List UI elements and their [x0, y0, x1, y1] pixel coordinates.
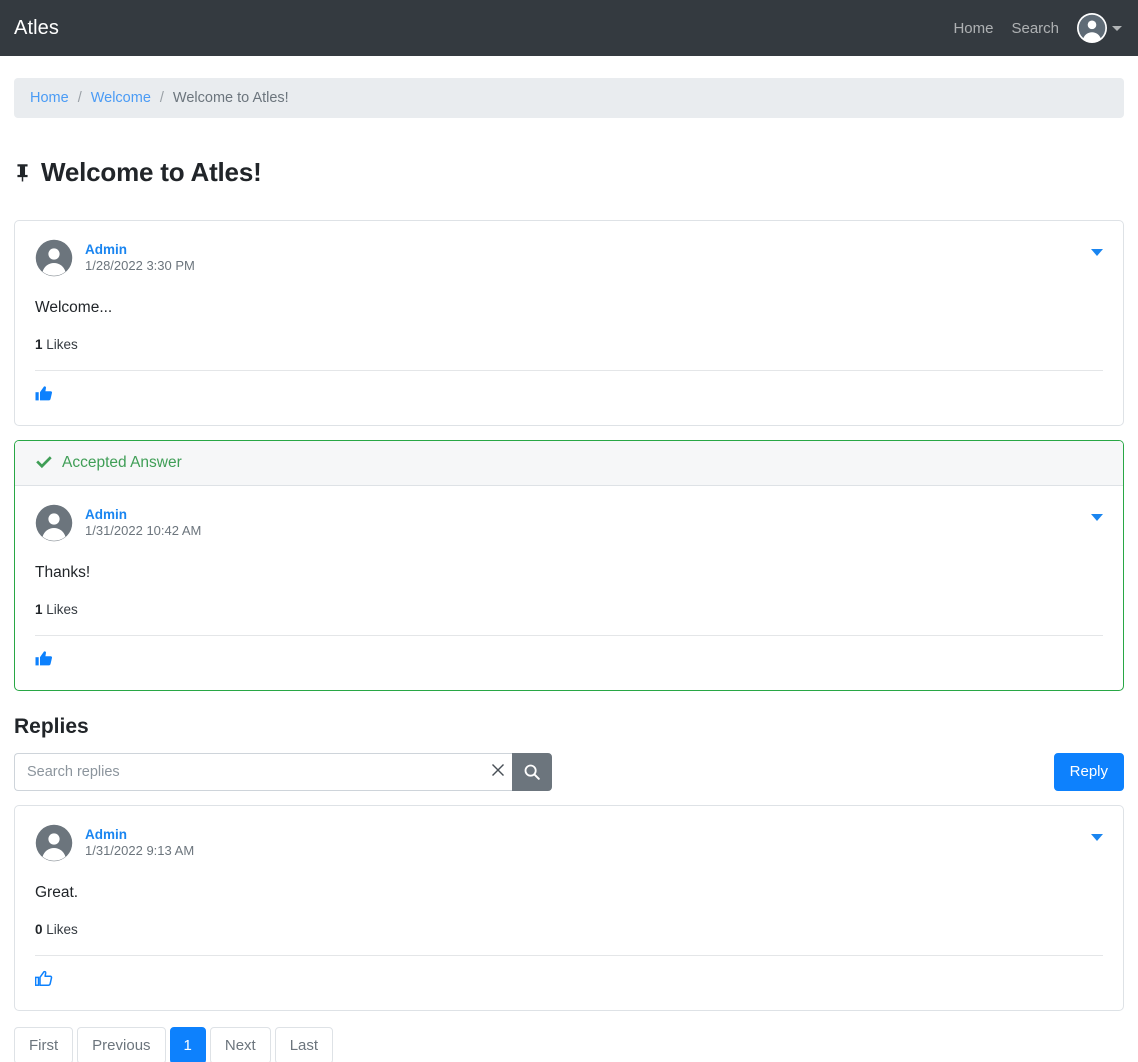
pagination-last[interactable]: Last	[274, 1026, 334, 1062]
pin-icon	[17, 164, 28, 182]
reply-likes-count: 0	[35, 921, 43, 937]
accepted-answer-actions	[35, 636, 1103, 676]
nav-link-home[interactable]: Home	[953, 20, 993, 37]
replies-toolbar: Reply	[14, 752, 1124, 791]
topic-date: 1/28/2022 3:30 PM	[85, 258, 195, 274]
breadcrumb-item-home[interactable]: Home	[30, 90, 69, 106]
replies-heading: Replies	[14, 714, 89, 738]
chevron-down-icon	[1112, 25, 1122, 31]
page-title: Welcome to Atles!	[41, 157, 262, 188]
topic-card: Admin 1/28/2022 3:30 PM Welcome... 1 Lik…	[14, 219, 1124, 426]
topic-meta: Admin 1/28/2022 3:30 PM	[85, 242, 195, 274]
breadcrumb-separator: /	[159, 90, 164, 106]
thumbs-up-filled-icon	[35, 386, 53, 401]
top-navbar: Atles Home Search	[0, 0, 1138, 56]
accepted-answer-body: Admin 1/31/2022 10:42 AM Thanks! 1 Likes	[15, 486, 1123, 690]
check-icon	[36, 456, 52, 469]
reply-content: Great.	[35, 883, 79, 901]
reply-card-body: Admin 1/31/2022 9:13 AM Great. 0 Likes	[15, 806, 1123, 1010]
reply-card: Admin 1/31/2022 9:13 AM Great. 0 Likes	[14, 804, 1124, 1011]
reply-likes-label: Likes	[46, 921, 78, 937]
accepted-answer-post-header: Admin 1/31/2022 10:42 AM	[35, 504, 1103, 542]
accepted-answer-likes-label: Likes	[46, 601, 78, 617]
breadcrumb-item-current: Welcome to Atles!	[172, 90, 289, 106]
topic-likes: 1 Likes	[35, 337, 1103, 352]
nav-link-search[interactable]: Search	[1011, 20, 1059, 37]
reply-date: 1/31/2022 9:13 AM	[85, 843, 195, 859]
breadcrumb-separator: /	[77, 90, 82, 106]
reply-actions	[35, 956, 1103, 996]
user-avatar-icon	[1077, 13, 1107, 43]
page-title-row: Welcome to Atles!	[14, 140, 1124, 206]
navbar-right-group: Home Search	[953, 13, 1122, 43]
topic-card-body: Admin 1/28/2022 3:30 PM Welcome... 1 Lik…	[15, 221, 1123, 425]
accepted-answer-likes: 1 Likes	[35, 602, 1103, 617]
accepted-answer-like-button[interactable]	[35, 650, 53, 667]
accepted-answer-author-link[interactable]: Admin	[85, 507, 201, 523]
accepted-answer-label: Accepted Answer	[62, 453, 182, 471]
topic-content: Welcome...	[35, 298, 113, 316]
user-menu-button[interactable]	[1077, 13, 1122, 43]
search-replies-button[interactable]	[512, 752, 552, 791]
reply-author-link[interactable]: Admin	[85, 827, 194, 843]
topic-like-button[interactable]	[35, 385, 53, 402]
topic-actions	[35, 371, 1103, 411]
pagination-next[interactable]: Next	[209, 1026, 271, 1062]
user-avatar-icon	[35, 824, 73, 862]
clear-search-button[interactable]	[492, 763, 504, 780]
user-avatar-icon	[35, 504, 73, 542]
reply-button[interactable]: Reply	[1053, 752, 1124, 791]
breadcrumb-item-welcome[interactable]: Welcome	[91, 90, 151, 106]
pagination: First Previous 1 Next Last	[14, 1026, 1124, 1062]
topic-likes-count: 1	[35, 336, 43, 352]
topic-header: Admin 1/28/2022 3:30 PM	[35, 239, 1103, 277]
search-replies-input[interactable]	[14, 752, 512, 791]
accepted-answer-likes-count: 1	[35, 601, 43, 617]
reply-options-chevron-down-icon[interactable]	[1091, 833, 1103, 841]
accepted-answer-header: Accepted Answer	[15, 440, 1123, 486]
breadcrumb: Home / Welcome / Welcome to Atles!	[14, 78, 1124, 118]
replies-search-wrap	[14, 752, 512, 791]
reply-meta: Admin 1/31/2022 9:13 AM	[85, 827, 194, 859]
accepted-answer-card: Accepted Answer Admin 1/31/2022 10:42 AM…	[14, 439, 1124, 691]
close-icon	[492, 763, 504, 776]
accepted-answer-meta: Admin 1/31/2022 10:42 AM	[85, 507, 201, 539]
topic-author-link[interactable]: Admin	[85, 242, 195, 258]
replies-search-group	[14, 752, 552, 791]
accepted-answer-content: Thanks!	[35, 563, 91, 581]
topic-likes-label: Likes	[46, 336, 78, 352]
thumbs-up-filled-icon	[35, 651, 53, 666]
pagination-previous[interactable]: Previous	[77, 1026, 166, 1062]
accepted-answer-date: 1/31/2022 10:42 AM	[85, 523, 202, 539]
reply-like-button[interactable]	[35, 970, 53, 987]
brand-logo[interactable]: Atles	[14, 17, 59, 40]
topic-options-chevron-down-icon[interactable]	[1091, 248, 1103, 256]
accepted-answer-options-chevron-down-icon[interactable]	[1091, 513, 1103, 521]
thumbs-up-outline-icon	[35, 970, 53, 986]
pagination-page-1[interactable]: 1	[169, 1026, 206, 1062]
pagination-first[interactable]: First	[14, 1026, 74, 1062]
search-icon	[524, 764, 540, 780]
page-container: Home / Welcome / Welcome to Atles! Welco…	[0, 78, 1138, 1062]
user-avatar-icon	[35, 239, 73, 277]
reply-likes: 0 Likes	[35, 922, 1103, 937]
reply-header: Admin 1/31/2022 9:13 AM	[35, 824, 1103, 862]
